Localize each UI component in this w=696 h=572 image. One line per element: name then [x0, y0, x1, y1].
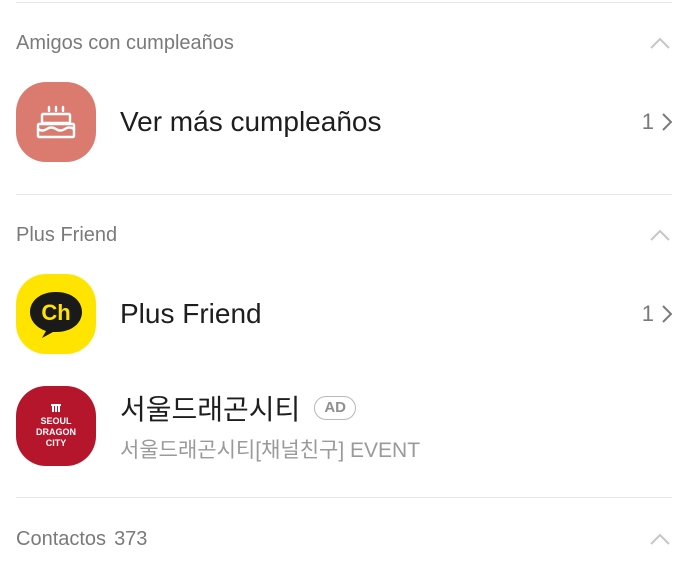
chevron-up-icon[interactable]	[650, 37, 670, 49]
chevron-right-icon	[662, 305, 672, 323]
contacts-title: Contactos	[16, 527, 107, 550]
logo-line-3: CITY	[46, 438, 67, 448]
section-divider	[16, 497, 672, 498]
plus-friend-row-label: Plus Friend	[120, 298, 262, 329]
section-header-birthdays[interactable]: Amigos con cumpleaños	[16, 28, 672, 58]
section-title-contacts: Contactos 373	[16, 528, 147, 551]
ad-subtitle: 서울드래곤시티[채널친구] EVENT	[120, 439, 421, 462]
logo-line-1: SEOUL	[40, 416, 72, 426]
section-header-plus-friend[interactable]: Plus Friend	[16, 220, 672, 250]
section-header-contacts[interactable]: Contactos 373	[16, 524, 672, 554]
birthdays-row-label: Ver más cumpleaños	[120, 106, 382, 137]
ad-row-seoul-dragon-city[interactable]: SEOUL DRAGON CITY 서울드래곤시티 AD 서울드래곤시티[채널친…	[16, 386, 672, 466]
logo-line-2: DRAGON	[36, 427, 76, 437]
contacts-count: 373	[114, 527, 148, 550]
birthdays-row[interactable]: Ver más cumpleaños 1	[16, 82, 672, 162]
plus-friend-ch-icon: Ch	[16, 274, 96, 354]
section-title-birthdays: Amigos con cumpleaños	[16, 31, 234, 54]
ad-title: 서울드래곤시티	[120, 394, 301, 425]
top-divider	[16, 2, 672, 3]
chevron-up-icon[interactable]	[650, 533, 670, 545]
chevron-right-icon	[662, 113, 672, 131]
section-title-plus-friend: Plus Friend	[16, 223, 118, 246]
birthdays-count: 1	[641, 109, 654, 134]
seoul-dragon-city-logo: SEOUL DRAGON CITY	[16, 386, 96, 466]
plus-friend-count: 1	[641, 301, 654, 326]
section-divider	[16, 194, 672, 195]
birthday-cake-icon	[16, 82, 96, 162]
plus-friend-row[interactable]: Ch Plus Friend 1	[16, 274, 672, 354]
chevron-up-icon[interactable]	[650, 229, 670, 241]
ad-badge: AD	[314, 396, 356, 420]
ch-logo-text: Ch	[41, 300, 70, 325]
